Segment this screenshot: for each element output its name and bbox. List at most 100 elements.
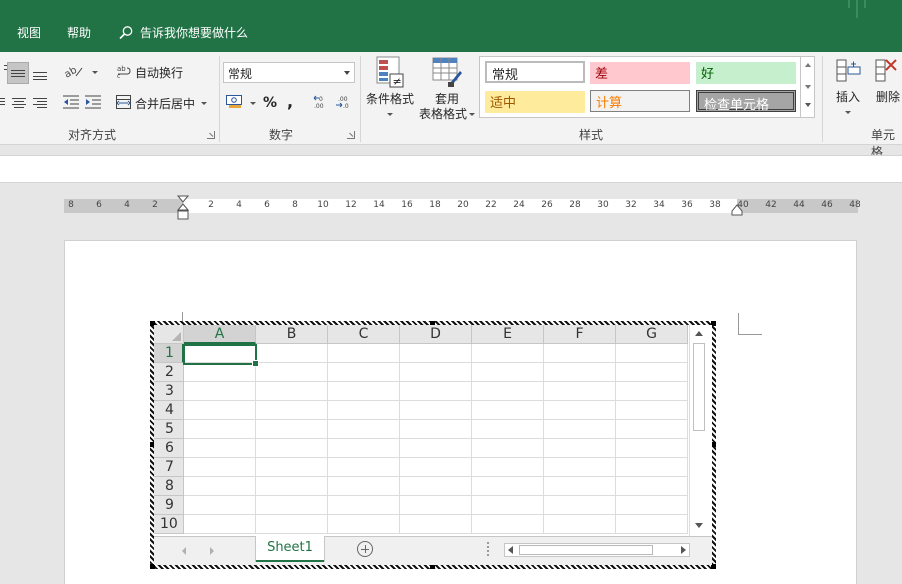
style-bad[interactable]: 差	[590, 62, 690, 84]
cell-f7[interactable]	[544, 458, 616, 477]
cell-b6[interactable]	[256, 439, 328, 458]
cell-b10[interactable]	[256, 515, 328, 534]
scroll-thumb[interactable]	[693, 343, 705, 431]
merge-center-button[interactable]: 合并后居中	[116, 95, 208, 112]
column-header-g[interactable]: G	[616, 325, 688, 344]
scroll-right-icon[interactable]	[681, 546, 686, 554]
add-sheet-icon[interactable]	[357, 541, 373, 557]
align-bottom-button[interactable]	[33, 66, 47, 80]
cell-e7[interactable]	[472, 458, 544, 477]
scroll-thumb[interactable]	[519, 545, 653, 555]
cell-f10[interactable]	[544, 515, 616, 534]
active-cell[interactable]	[183, 344, 259, 367]
column-header-a[interactable]: A	[184, 325, 256, 344]
cell-e6[interactable]	[472, 439, 544, 458]
wrap-text-button[interactable]: ab c 自动换行	[117, 64, 183, 81]
cell-a5[interactable]	[184, 420, 256, 439]
column-header-c[interactable]: C	[328, 325, 400, 344]
format-as-table-button[interactable]: 套用 表格格式	[417, 56, 477, 122]
scroll-up-icon[interactable]	[695, 331, 703, 336]
row-header-9[interactable]: 9	[154, 496, 184, 515]
cell-d8[interactable]	[400, 477, 472, 496]
number-format-select[interactable]: 常规	[223, 62, 355, 83]
comma-style-button[interactable]: ,	[287, 92, 293, 111]
style-calculation[interactable]: 计算	[590, 90, 690, 112]
style-neutral[interactable]: 适中	[485, 91, 585, 113]
number-dialog-launcher-icon[interactable]	[347, 131, 355, 139]
delete-cells-button[interactable]: 删除	[872, 56, 902, 105]
cell-e5[interactable]	[472, 420, 544, 439]
cell-g9[interactable]	[616, 496, 688, 515]
row-header-1[interactable]: 1	[154, 344, 184, 363]
row-header-2[interactable]: 2	[154, 363, 184, 382]
cell-b2[interactable]	[256, 363, 328, 382]
cell-d7[interactable]	[400, 458, 472, 477]
cell-c6[interactable]	[328, 439, 400, 458]
cell-g3[interactable]	[616, 382, 688, 401]
insert-cells-button[interactable]: 插入	[831, 56, 865, 120]
cell-d4[interactable]	[400, 401, 472, 420]
cell-d1[interactable]	[400, 344, 472, 363]
row-header-8[interactable]: 8	[154, 477, 184, 496]
cell-d6[interactable]	[400, 439, 472, 458]
tab-split-handle[interactable]	[487, 542, 489, 556]
cell-b8[interactable]	[256, 477, 328, 496]
select-all-button[interactable]	[154, 325, 184, 344]
horizontal-scrollbar[interactable]	[504, 543, 690, 557]
align-right-button[interactable]	[33, 96, 47, 108]
cell-c9[interactable]	[328, 496, 400, 515]
align-center-button[interactable]	[12, 96, 26, 108]
cell-e9[interactable]	[472, 496, 544, 515]
increase-decimal-button[interactable]: 0.00	[312, 95, 330, 112]
cell-a4[interactable]	[184, 401, 256, 420]
style-check-cell[interactable]: 检查单元格	[696, 90, 796, 113]
cell-c8[interactable]	[328, 477, 400, 496]
cell-a6[interactable]	[184, 439, 256, 458]
cell-b5[interactable]	[256, 420, 328, 439]
row-header-5[interactable]: 5	[154, 420, 184, 439]
cell-g8[interactable]	[616, 477, 688, 496]
gallery-scroll[interactable]	[800, 56, 815, 118]
cell-f2[interactable]	[544, 363, 616, 382]
cell-e10[interactable]	[472, 515, 544, 534]
vertical-scrollbar[interactable]	[689, 325, 708, 537]
cell-f1[interactable]	[544, 344, 616, 363]
orientation-button[interactable]: ab	[63, 64, 98, 81]
row-header-10[interactable]: 10	[154, 515, 184, 534]
cell-g6[interactable]	[616, 439, 688, 458]
cell-a9[interactable]	[184, 496, 256, 515]
cell-e4[interactable]	[472, 401, 544, 420]
row-header-7[interactable]: 7	[154, 458, 184, 477]
prev-sheet-icon[interactable]	[182, 547, 186, 555]
row-header-4[interactable]: 4	[154, 401, 184, 420]
cell-g5[interactable]	[616, 420, 688, 439]
cell-g4[interactable]	[616, 401, 688, 420]
cell-c7[interactable]	[328, 458, 400, 477]
cell-b9[interactable]	[256, 496, 328, 515]
column-header-b[interactable]: B	[256, 325, 328, 344]
increase-indent-button[interactable]	[85, 95, 101, 112]
decrease-indent-button[interactable]	[63, 95, 79, 112]
column-header-f[interactable]: F	[544, 325, 616, 344]
cell-f9[interactable]	[544, 496, 616, 515]
cell-g7[interactable]	[616, 458, 688, 477]
right-indent-marker-icon[interactable]	[731, 204, 743, 216]
style-good[interactable]: 好	[696, 62, 796, 84]
gallery-down-icon[interactable]	[805, 85, 811, 89]
row-header-3[interactable]: 3	[154, 382, 184, 401]
cell-b7[interactable]	[256, 458, 328, 477]
cell-c4[interactable]	[328, 401, 400, 420]
cell-f8[interactable]	[544, 477, 616, 496]
tell-me-search[interactable]: 告诉我你想要做什么	[118, 24, 248, 41]
cell-d2[interactable]	[400, 363, 472, 382]
cell-e3[interactable]	[472, 382, 544, 401]
gallery-up-icon[interactable]	[805, 63, 811, 67]
style-normal[interactable]: 常规	[485, 61, 585, 83]
cell-a7[interactable]	[184, 458, 256, 477]
cell-b4[interactable]	[256, 401, 328, 420]
sheet-tab[interactable]: Sheet1	[256, 536, 324, 562]
next-sheet-icon[interactable]	[210, 547, 214, 555]
cell-g10[interactable]	[616, 515, 688, 534]
cell-f5[interactable]	[544, 420, 616, 439]
cell-c1[interactable]	[328, 344, 400, 363]
